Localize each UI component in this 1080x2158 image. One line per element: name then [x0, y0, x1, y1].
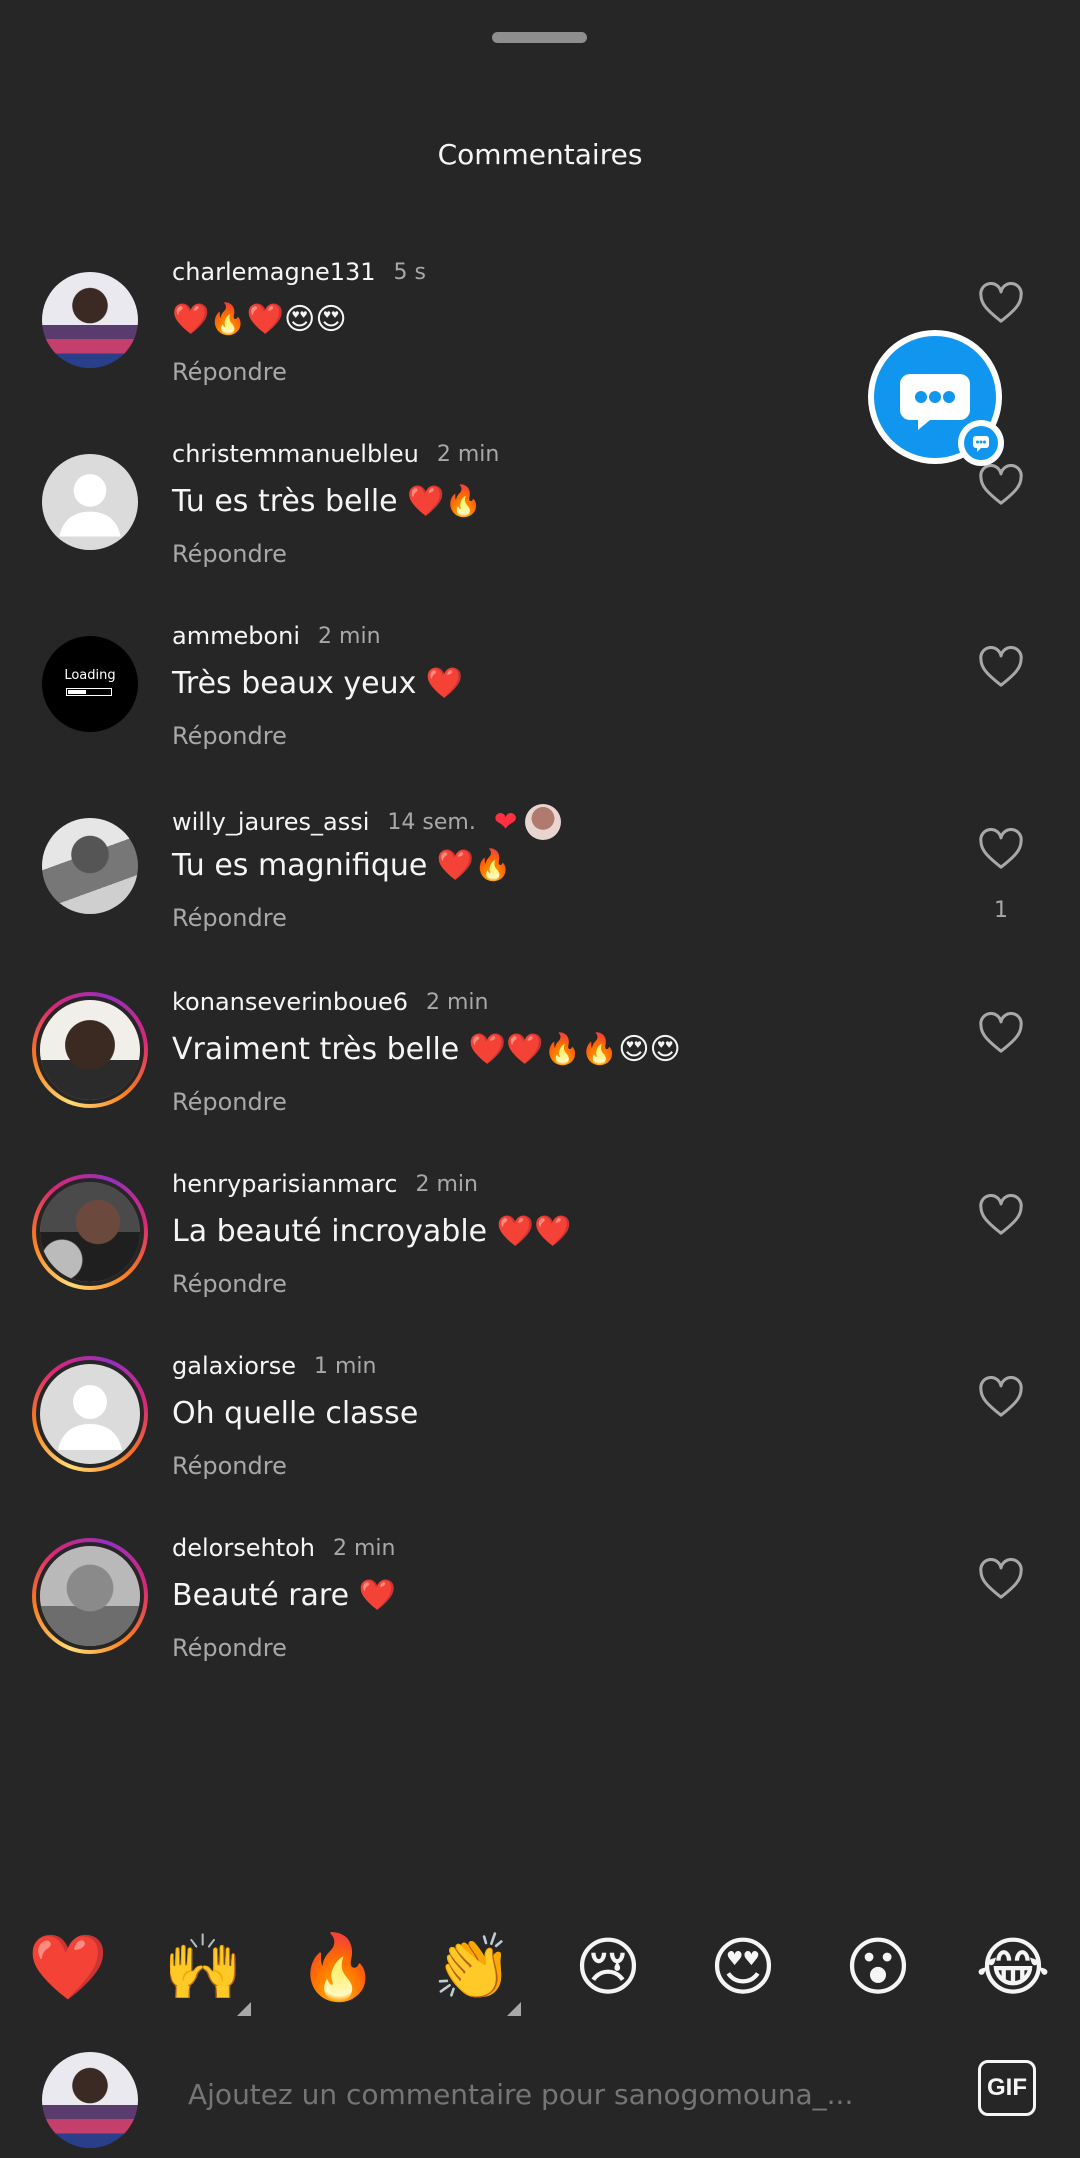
username[interactable]: charlemagne131: [172, 258, 376, 286]
comment-item: konanseverinboue6 2 min Vraiment très bell…: [0, 970, 1080, 1152]
avatar[interactable]: [32, 1174, 148, 1290]
avatar[interactable]: [32, 262, 148, 378]
username[interactable]: christemmanuelbleu: [172, 440, 419, 468]
reaction-emoji[interactable]: 🙌: [153, 1918, 253, 2018]
comment-text: Vraiment très belle ❤️❤️🔥🔥😍😍: [172, 1032, 681, 1067]
avatar[interactable]: [32, 1538, 148, 1654]
comment-text: La beauté incroyable ❤️❤️: [172, 1214, 572, 1249]
comment-composer: GIF: [0, 2036, 1080, 2157]
like-heart-icon[interactable]: [978, 645, 1024, 688]
drag-handle[interactable]: [492, 32, 587, 43]
avatar[interactable]: Loading: [32, 626, 148, 742]
author-liked-indicator: ❤: [493, 804, 562, 840]
sheet-title: Commentaires: [437, 138, 643, 171]
avatar[interactable]: [32, 808, 148, 924]
like-heart-icon[interactable]: [978, 1011, 1024, 1054]
avatar[interactable]: [32, 992, 148, 1108]
like-count[interactable]: 1: [990, 898, 1012, 923]
reaction-emoji[interactable]: 🔥: [288, 1918, 388, 2018]
reply-button[interactable]: Répondre: [172, 540, 287, 568]
loading-text: Loading: [64, 668, 116, 683]
gif-button[interactable]: GIF: [978, 2060, 1036, 2116]
comment-text: Très beaux yeux ❤️: [172, 666, 464, 701]
comment-time: 2 min: [436, 441, 500, 467]
username[interactable]: willy_jaures_assi: [172, 808, 369, 836]
reaction-emoji[interactable]: 😍: [693, 1918, 793, 2018]
current-user-avatar: [32, 2042, 148, 2158]
author-avatar: [525, 804, 562, 840]
comment-item: delorsehtoh 2 min Beauté rare ❤️ Répondre: [0, 1516, 1080, 1698]
comment-time: 1 min: [314, 1353, 377, 1379]
reply-button[interactable]: Répondre: [172, 904, 287, 932]
comment-time: 2 min: [318, 623, 381, 649]
comment-text: Oh quelle classe: [172, 1396, 419, 1431]
like-heart-icon[interactable]: [978, 1557, 1024, 1600]
reply-button[interactable]: Répondre: [172, 1452, 287, 1480]
username[interactable]: delorsehtoh: [172, 1534, 315, 1562]
comment-item: henryparisianmarc 2 min La beauté incroyab…: [0, 1152, 1080, 1334]
reaction-emoji[interactable]: 👏: [423, 1918, 523, 2018]
comment-item: willy_jaures_assi 14 sem. ❤ Tu es magnifiqu…: [0, 786, 1080, 968]
reaction-emoji[interactable]: 😮: [828, 1918, 928, 2018]
username[interactable]: henryparisianmarc: [172, 1170, 397, 1198]
comment-text: Tu es magnifique ❤️🔥: [172, 848, 512, 883]
reply-button[interactable]: Répondre: [172, 722, 287, 750]
avatar[interactable]: [32, 444, 148, 560]
comment-input[interactable]: [188, 2078, 948, 2111]
comment-time: 14 sem.: [387, 809, 476, 835]
reply-button[interactable]: Répondre: [172, 1088, 287, 1116]
username[interactable]: galaxiorse: [172, 1352, 296, 1380]
username[interactable]: konanseverinboue6: [172, 988, 408, 1016]
reaction-emoji[interactable]: 😢: [558, 1918, 658, 2018]
variant-indicator-icon: [237, 2002, 251, 2016]
reply-button[interactable]: Répondre: [172, 1270, 287, 1298]
avatar[interactable]: [32, 1356, 148, 1472]
comment-item: Loading ammeboni 2 min Très beaux yeux ❤️ Ré…: [0, 604, 1080, 786]
comment-text: Beauté rare ❤️: [172, 1578, 396, 1613]
chat-badge-icon: [958, 420, 1004, 466]
like-heart-icon[interactable]: [978, 1375, 1024, 1418]
like-heart-icon[interactable]: [978, 1193, 1024, 1236]
reaction-emoji[interactable]: 😂: [963, 1918, 1063, 2018]
comment-text: ❤️🔥❤️😍😍: [172, 302, 347, 337]
comment-item: galaxiorse 1 min Oh quelle classe Répondre: [0, 1334, 1080, 1516]
like-heart-icon[interactable]: [978, 463, 1024, 506]
comments-sheet: Commentaires charlemagne131 5 s ❤️🔥❤️😍😍 Rép…: [0, 0, 1080, 2157]
like-heart-icon[interactable]: [978, 827, 1024, 870]
reply-button[interactable]: Répondre: [172, 358, 287, 386]
floating-chat-button[interactable]: [868, 330, 1004, 466]
reaction-emoji[interactable]: ❤️: [18, 1918, 118, 2018]
quick-reactions-bar: ❤️ 🙌 🔥 👏 😢 😍 😮 😂: [0, 1918, 1080, 2018]
heart-filled-icon: ❤: [493, 805, 518, 838]
username[interactable]: ammeboni: [172, 622, 300, 650]
comment-text: Tu es très belle ❤️🔥: [172, 484, 482, 519]
comment-time: 2 min: [415, 1171, 478, 1197]
variant-indicator-icon: [507, 2002, 521, 2016]
comment-time: 2 min: [426, 989, 489, 1015]
reply-button[interactable]: Répondre: [172, 1634, 287, 1662]
comment-time: 5 s: [393, 259, 426, 285]
comment-time: 2 min: [333, 1535, 396, 1561]
like-heart-icon[interactable]: [978, 281, 1024, 324]
